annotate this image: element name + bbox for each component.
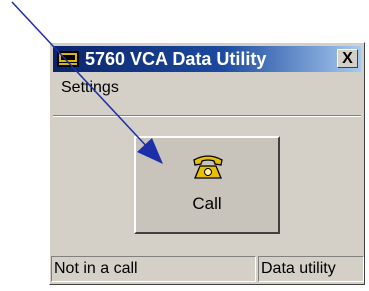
menu-settings[interactable]: Settings <box>61 79 119 97</box>
title-bar[interactable]: 5760 VCA Data Utility X <box>53 46 361 72</box>
close-button[interactable]: X <box>337 49 358 68</box>
menu-separator <box>53 115 361 117</box>
telephone-icon <box>193 155 223 179</box>
menu-bar: Settings <box>53 74 361 104</box>
terminal-icon <box>57 51 79 67</box>
call-label: Call <box>192 194 222 213</box>
mode-status: Data utility <box>258 256 364 282</box>
status-bar: Not in a call Data utility <box>50 253 364 283</box>
app-window: 5760 VCA Data Utility X Settings Call No… <box>49 42 365 285</box>
call-status: Not in a call <box>51 256 256 282</box>
window-title: 5760 VCA Data Utility <box>85 49 267 69</box>
call-button[interactable]: Call <box>134 136 280 234</box>
